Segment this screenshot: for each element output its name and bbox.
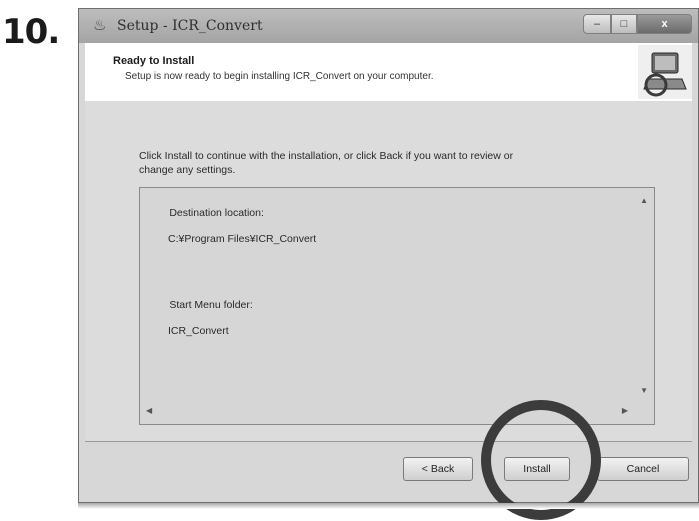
wizard-body: Click Install to continue with the insta…: [85, 101, 692, 442]
setup-window: ♨ Setup - ICR_Convert – □ x Ready to Ins…: [78, 8, 699, 503]
close-button[interactable]: x: [637, 14, 692, 34]
start-menu-value: ICR_Convert: [168, 325, 229, 337]
scroll-right-icon[interactable]: ▶: [622, 406, 628, 415]
cancel-button[interactable]: Cancel: [597, 457, 689, 481]
footer-divider: [85, 441, 692, 442]
destination-value: C:¥Program Files¥ICR_Convert: [168, 233, 317, 245]
start-menu-label: Start Menu folder:: [169, 299, 253, 311]
page-title: Ready to Install: [113, 55, 195, 67]
back-button[interactable]: < Back: [403, 457, 473, 481]
instruction-text: Click Install to continue with the insta…: [139, 149, 639, 177]
computer-install-icon: [638, 45, 692, 99]
maximize-button[interactable]: □: [611, 14, 637, 34]
minimize-button[interactable]: –: [583, 14, 611, 34]
setup-app-icon: ♨: [93, 17, 107, 34]
scroll-up-icon[interactable]: ▲: [640, 196, 648, 205]
wizard-header: Ready to Install Setup is now ready to b…: [85, 43, 692, 102]
scroll-down-icon[interactable]: ▼: [640, 386, 648, 395]
step-number: 10.: [2, 12, 60, 52]
ready-memo[interactable]: Destination location: C:¥Program Files¥I…: [139, 187, 655, 425]
instruction-line-2: change any settings.: [139, 164, 236, 176]
page-subtitle: Setup is now ready to begin installing I…: [125, 71, 434, 82]
window-title: Setup - ICR_Convert: [117, 18, 263, 34]
page-shadow: [78, 503, 699, 509]
instruction-line-1: Click Install to continue with the insta…: [139, 150, 514, 162]
title-bar[interactable]: ♨ Setup - ICR_Convert – □ x: [79, 9, 698, 43]
memo-content: Destination location: C:¥Program Files¥I…: [146, 194, 316, 364]
install-highlight-ring: [481, 400, 601, 520]
scroll-left-icon[interactable]: ◀: [146, 406, 152, 415]
destination-label: Destination location:: [169, 207, 264, 219]
